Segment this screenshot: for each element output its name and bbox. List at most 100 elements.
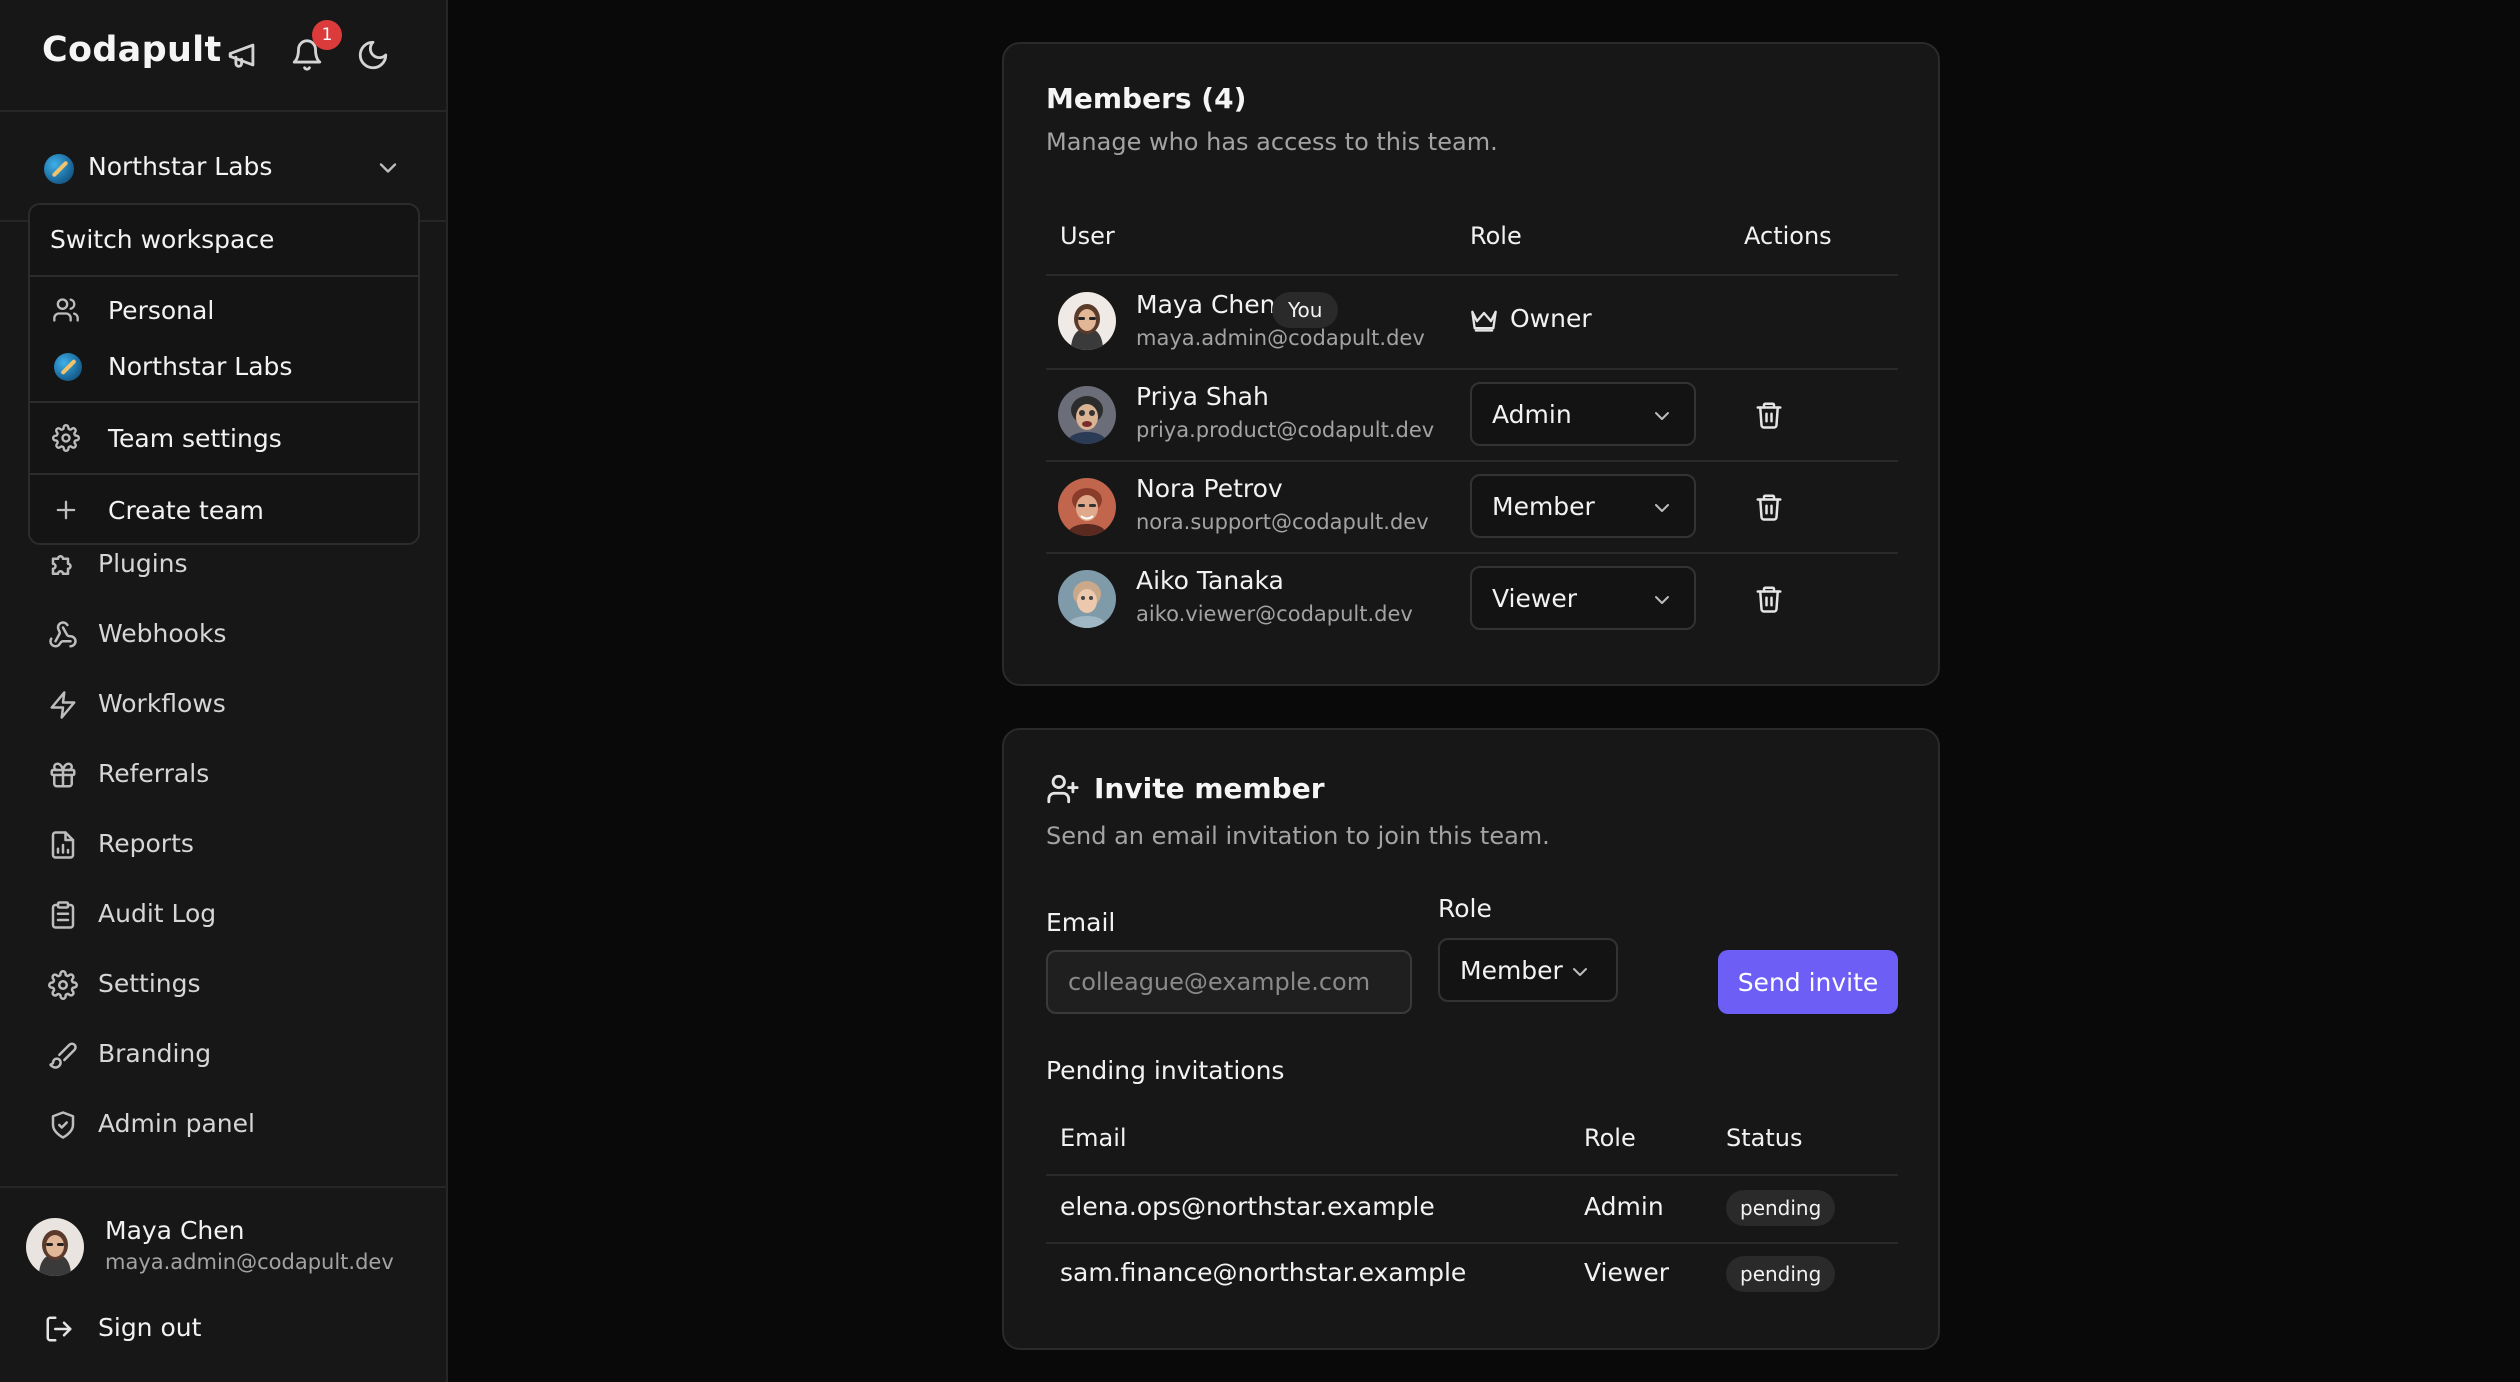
chevron-down-icon xyxy=(1568,960,1592,984)
members-card: Members (4) Manage who has access to thi… xyxy=(1002,42,1940,686)
members-title: Members (4) xyxy=(1046,82,1247,115)
avatar xyxy=(1058,570,1116,628)
crown-icon xyxy=(1470,306,1498,334)
brush-icon xyxy=(48,1040,78,1070)
avatar xyxy=(1058,386,1116,444)
divider xyxy=(30,275,418,277)
pending-role: Viewer xyxy=(1584,1258,1669,1287)
pending-email: sam.finance@northstar.example xyxy=(1060,1258,1467,1287)
avatar[interactable] xyxy=(26,1218,84,1276)
member-email: priya.product@codapult.dev xyxy=(1136,418,1435,442)
megaphone-icon[interactable] xyxy=(226,38,260,72)
sidebar: Codapult 1 Northstar Labs Switch workspa… xyxy=(0,0,448,1382)
sidebar-item-label: Webhooks xyxy=(98,619,227,648)
chevron-down-icon[interactable] xyxy=(374,154,402,182)
gear-icon xyxy=(52,424,80,452)
invite-title: Invite member xyxy=(1094,772,1325,805)
status-badge: pending xyxy=(1726,1256,1836,1292)
send-invite-button[interactable]: Send invite xyxy=(1718,950,1898,1014)
role-select[interactable]: Viewer xyxy=(1470,566,1696,630)
chevron-down-icon xyxy=(1650,404,1674,428)
sidebar-item-referrals[interactable]: Referrals xyxy=(0,744,446,804)
members-subtitle: Manage who has access to this team. xyxy=(1046,128,1498,156)
sign-out-label: Sign out xyxy=(98,1313,202,1342)
invite-card: Invite member Send an email invitation t… xyxy=(1002,728,1940,1350)
dropdown-item-team-settings[interactable]: Team settings xyxy=(30,410,418,466)
sidebar-item-label: Settings xyxy=(98,969,201,998)
member-name: Maya Chen xyxy=(1136,290,1276,319)
pending-email: elena.ops@northstar.example xyxy=(1060,1192,1435,1221)
users-icon xyxy=(52,296,80,324)
dropdown-item-personal[interactable]: Personal xyxy=(30,282,418,338)
sidebar-item-reports[interactable]: Reports xyxy=(0,814,446,874)
sidebar-item-label: Admin panel xyxy=(98,1109,255,1138)
user-name: Maya Chen xyxy=(105,1216,245,1245)
sign-out-button[interactable]: Sign out xyxy=(0,1300,446,1356)
pending-title: Pending invitations xyxy=(1046,1056,1285,1085)
sidebar-item-label: Plugins xyxy=(98,549,188,578)
member-name: Nora Petrov xyxy=(1136,474,1283,503)
column-header-role: Role xyxy=(1470,222,1522,250)
sidebar-item-webhooks[interactable]: Webhooks xyxy=(0,604,446,664)
plus-icon xyxy=(52,496,80,524)
report-icon xyxy=(48,830,78,860)
trash-icon[interactable] xyxy=(1754,492,1784,522)
webhook-icon xyxy=(48,620,78,650)
member-name: Aiko Tanaka xyxy=(1136,566,1284,595)
trash-icon[interactable] xyxy=(1754,400,1784,430)
puzzle-icon xyxy=(48,550,78,580)
role-select-value: Admin xyxy=(1492,400,1572,429)
member-name: Priya Shah xyxy=(1136,382,1269,411)
you-badge: You xyxy=(1272,292,1339,328)
brand-logo[interactable]: Codapult xyxy=(42,30,222,70)
user-plus-icon xyxy=(1046,772,1080,806)
divider xyxy=(1046,274,1898,276)
email-label: Email xyxy=(1046,908,1116,937)
gift-icon xyxy=(48,760,78,790)
member-email: nora.support@codapult.dev xyxy=(1136,510,1429,534)
email-input[interactable] xyxy=(1046,950,1412,1014)
sidebar-item-label: Workflows xyxy=(98,689,226,718)
divider xyxy=(1046,368,1898,370)
status-badge: pending xyxy=(1726,1190,1836,1226)
role-select[interactable]: Member xyxy=(1470,474,1696,538)
sidebar-item-audit-log[interactable]: Audit Log xyxy=(0,884,446,944)
invite-role-select[interactable]: Member xyxy=(1438,938,1618,1002)
chevron-down-icon xyxy=(1650,496,1674,520)
sidebar-item-settings[interactable]: Settings xyxy=(0,954,446,1014)
sidebar-item-workflows[interactable]: Workflows xyxy=(0,674,446,734)
role-select-value: Member xyxy=(1492,492,1595,521)
role-select-value: Viewer xyxy=(1492,584,1577,613)
shield-icon xyxy=(48,1110,78,1140)
log-out-icon xyxy=(44,1314,74,1344)
moon-icon[interactable] xyxy=(356,38,390,72)
sidebar-item-admin-panel[interactable]: Admin panel xyxy=(0,1094,446,1154)
workspace-name: Northstar Labs xyxy=(88,152,273,181)
dropdown-item-label: Create team xyxy=(108,496,264,525)
gear-icon xyxy=(48,970,78,1000)
divider xyxy=(1046,460,1898,462)
workspace-logo xyxy=(54,353,82,381)
sidebar-item-label: Audit Log xyxy=(98,899,217,928)
notification-badge: 1 xyxy=(312,20,342,50)
pending-role: Admin xyxy=(1584,1192,1664,1221)
zap-icon xyxy=(48,690,78,720)
avatar xyxy=(1058,292,1116,350)
dropdown-item-northstar-labs[interactable]: Northstar Labs xyxy=(30,338,418,394)
role-select-value: Member xyxy=(1460,956,1563,985)
workspace-dropdown: Switch workspace Personal Northstar Labs… xyxy=(28,203,420,545)
divider xyxy=(1046,552,1898,554)
column-header-email: Email xyxy=(1060,1124,1127,1152)
owner-role: Owner xyxy=(1510,304,1592,333)
sidebar-item-label: Branding xyxy=(98,1039,212,1068)
sidebar-item-branding[interactable]: Branding xyxy=(0,1024,446,1084)
member-email: aiko.viewer@codapult.dev xyxy=(1136,602,1413,626)
role-select[interactable]: Admin xyxy=(1470,382,1696,446)
column-header-role: Role xyxy=(1584,1124,1636,1152)
sidebar-header: Codapult 1 xyxy=(0,0,446,112)
trash-icon[interactable] xyxy=(1754,584,1784,614)
dropdown-item-create-team[interactable]: Create team xyxy=(30,482,418,538)
user-email: maya.admin@codapult.dev xyxy=(105,1250,394,1274)
sidebar-item-label: Reports xyxy=(98,829,194,858)
divider xyxy=(30,401,418,403)
